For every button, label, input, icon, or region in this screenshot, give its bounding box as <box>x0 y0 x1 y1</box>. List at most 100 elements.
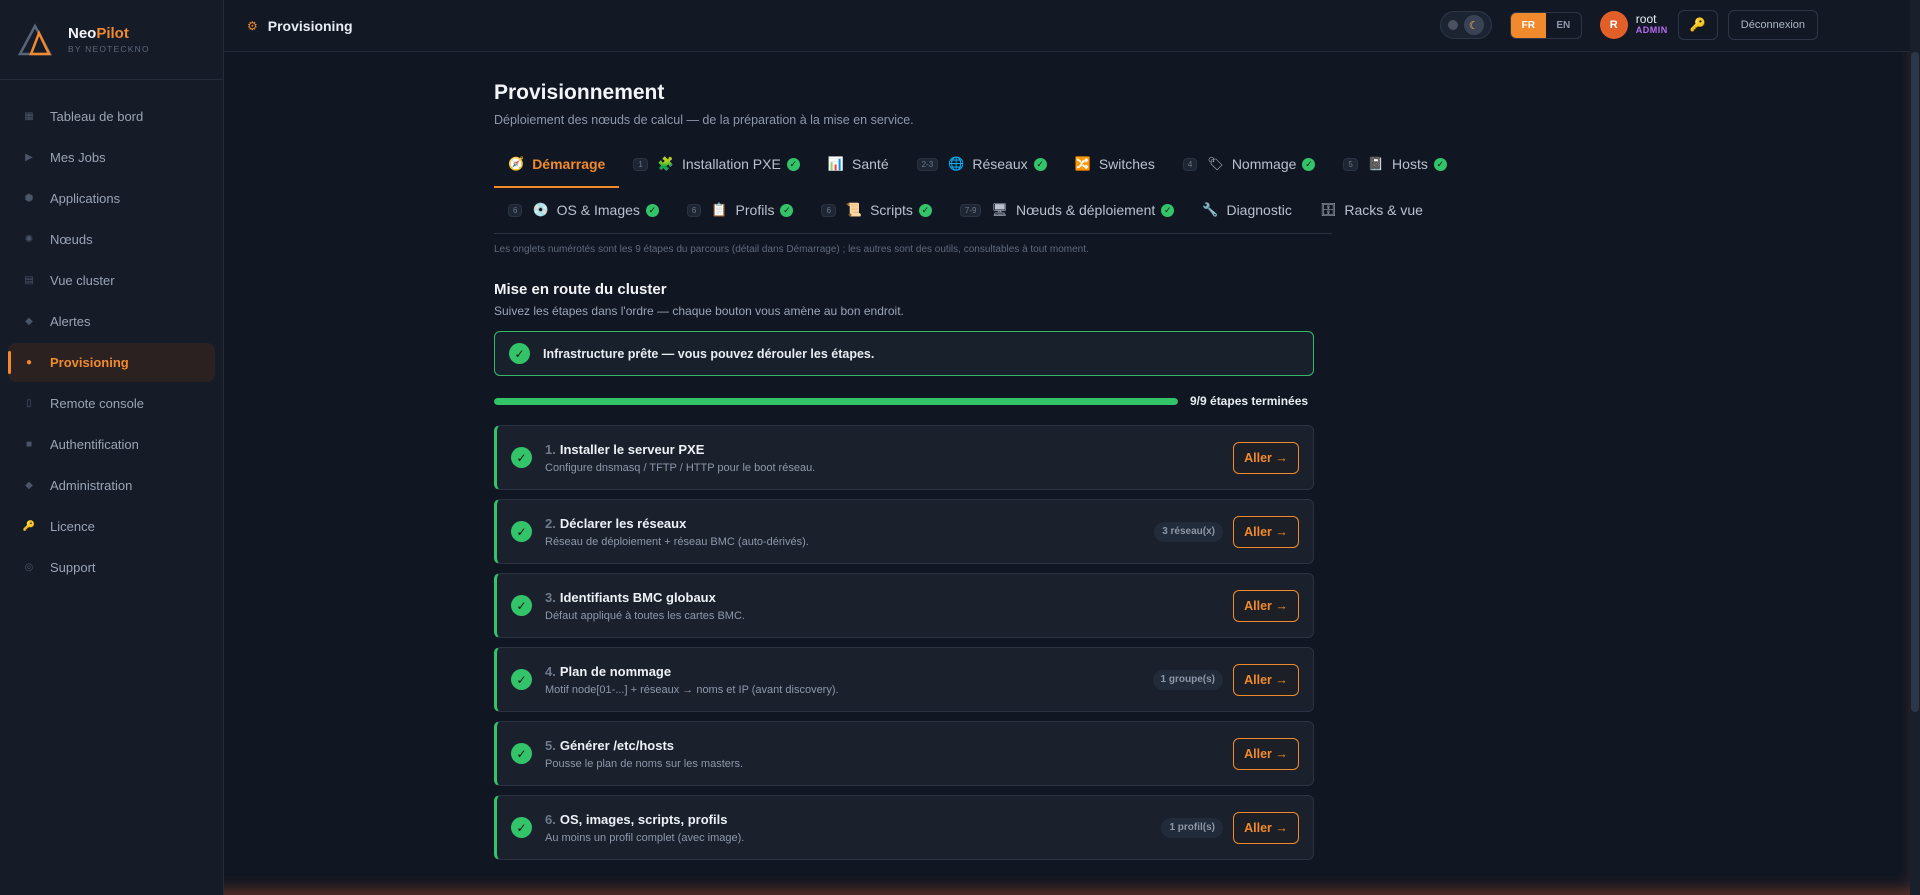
tab-row-2: 6 💿 OS & Images ✓ 6 📋 Profils ✓ 6 📜 Scripts ✓ 7-9 🖥 Nœ… <box>494 187 1423 233</box>
console-icon: ▯ <box>26 398 32 409</box>
sidebar-item-label: Vue cluster <box>50 273 115 288</box>
progress-fill <box>494 397 1178 405</box>
sidebar-item-provisioning[interactable]: ● Provisioning <box>8 343 215 382</box>
lang-fr-button[interactable]: FR <box>1510 12 1546 38</box>
gear-icon: ⚙ <box>247 18 258 33</box>
step-description: Défaut appliqué à toutes les cartes BMC. <box>545 609 745 622</box>
language-switch: FR EN <box>1509 11 1582 39</box>
play-icon: ▶ <box>25 152 33 163</box>
avatar: R <box>1599 11 1628 39</box>
sidebar-item-remote-console[interactable]: ▯ Remote console <box>8 384 215 423</box>
theme-toggle[interactable]: ☾ <box>1439 11 1492 39</box>
brand-name: NeoPilot <box>68 25 150 42</box>
tab-bar: 🧭 Démarrage 1 🧩 Installation PXE ✓ 📊 Santé 2-3 🌐 R… <box>494 141 1447 234</box>
logout-button[interactable]: Déconnexion <box>1727 10 1818 40</box>
go-button[interactable]: Aller → <box>1233 441 1299 474</box>
check-icon: ✓ <box>511 743 532 764</box>
step-description: Au moins un profil complet (avec image). <box>545 831 745 844</box>
step-description: Pousse le plan de noms sur les masters. <box>545 757 744 770</box>
breadcrumb-label: Provisioning <box>267 17 353 34</box>
tab-sant-[interactable]: 📊 Santé <box>814 141 903 187</box>
progress-track <box>494 397 1178 405</box>
tab-racks-vue[interactable]: 🗄 Racks & vue <box>1306 187 1437 233</box>
step-count-badge: 1 groupe(s) <box>1152 669 1223 690</box>
sidebar-item-authentification[interactable]: ■ Authentification <box>8 425 215 464</box>
step-description: Configure dnsmasq / TFTP / HTTP pour le … <box>545 461 816 474</box>
sidebar-item-label: Provisioning <box>50 355 129 370</box>
main-content: Provisionnement Déploiement des nœuds de… <box>494 52 1447 869</box>
go-button[interactable]: Aller → <box>1233 663 1299 696</box>
tab-icon: 🔧 <box>1202 202 1219 217</box>
go-button[interactable]: Aller → <box>1233 515 1299 548</box>
tab-step-number: 6 <box>508 203 523 217</box>
sidebar-item-vue-cluster[interactable]: ▤ Vue cluster <box>8 261 215 300</box>
check-icon: ✓ <box>786 157 800 171</box>
tab-step-number: 4 <box>1182 157 1198 171</box>
step-title-text: Générer /etc/hosts <box>559 737 674 753</box>
tab-label: Switches <box>1098 156 1155 172</box>
step-description: Motif node[01-...] + réseaux → noms et I… <box>545 683 839 696</box>
sidebar-item-label: Tableau de bord <box>50 109 144 124</box>
tab-icon: 🌐 <box>948 156 965 171</box>
step-title: 1. Installer le serveur PXE <box>545 442 1233 457</box>
step-card: ✓ 3. Identifiants BMC globaux Défaut appliq… <box>494 573 1314 638</box>
sidebar-item-support[interactable]: ◎ Support <box>8 548 215 587</box>
tab-icon: 💿 <box>532 202 549 217</box>
tab-icon: 🏷 <box>1207 156 1224 171</box>
check-icon: ✓ <box>1161 203 1175 217</box>
go-button[interactable]: Aller → <box>1233 737 1299 770</box>
sidebar: NeoPilot BY NEOTECKNO ▦ Tableau de bord ▶ M… <box>0 0 224 895</box>
tab-label: Installation PXE <box>681 156 781 172</box>
step-number: 5. <box>545 737 556 753</box>
tab-label: OS & Images <box>556 202 640 218</box>
tab-diagnostic[interactable]: 🔧 Diagnostic <box>1188 187 1306 233</box>
brand[interactable]: NeoPilot BY NEOTECKNO <box>0 0 223 80</box>
sidebar-item-administration[interactable]: ◆ Administration <box>8 466 215 505</box>
tab-d-marrage[interactable]: 🧭 Démarrage <box>494 141 620 188</box>
tab-icon: 📊 <box>827 156 845 171</box>
breadcrumb: ⚙ Provisioning <box>247 18 353 34</box>
tab-hosts[interactable]: 5 📓 Hosts ✓ <box>1329 141 1460 187</box>
sidebar-item-licence[interactable]: 🔑 Licence <box>8 507 215 546</box>
sun-icon <box>1447 20 1458 30</box>
tab-label: Racks & vue <box>1344 202 1423 218</box>
step-title: 6. OS, images, scripts, profils <box>545 812 1161 827</box>
step-card: ✓ 1. Installer le serveur PXE Configure dns… <box>494 425 1314 490</box>
step-title-text: OS, images, scripts, profils <box>559 811 728 827</box>
key-button[interactable]: 🔑 <box>1677 10 1718 40</box>
check-icon: ✓ <box>1033 157 1047 171</box>
scrollbar-thumb[interactable] <box>1911 52 1919 712</box>
go-button[interactable]: Aller → <box>1233 811 1299 844</box>
tab-nommage[interactable]: 4 🏷 Nommage ✓ <box>1169 141 1330 187</box>
step-list: ✓ 1. Installer le serveur PXE Configure dns… <box>494 425 1334 860</box>
step-number: 6. <box>545 811 556 827</box>
tab-installation-pxe[interactable]: 1 🧩 Installation PXE ✓ <box>619 141 813 187</box>
tab-os-images[interactable]: 6 💿 OS & Images ✓ <box>494 187 673 233</box>
go-button[interactable]: Aller → <box>1233 589 1299 622</box>
lang-en-button[interactable]: EN <box>1546 13 1581 38</box>
sidebar-item-label: Applications <box>50 191 121 206</box>
tab-r-seaux[interactable]: 2-3 🌐 Réseaux ✓ <box>903 141 1061 187</box>
sidebar-item-mes-jobs[interactable]: ▶ Mes Jobs <box>8 138 215 177</box>
moon-icon: ☾ <box>1463 15 1484 35</box>
tab-profils[interactable]: 6 📋 Profils ✓ <box>673 187 808 233</box>
tab-n-uds-d-ploiement[interactable]: 7-9 🖥 Nœuds & déploiement ✓ <box>946 187 1188 233</box>
logo-icon <box>18 22 52 55</box>
scrollbar[interactable] <box>1910 0 1920 895</box>
section-title: Mise en route du cluster <box>494 281 667 298</box>
tab-switches[interactable]: 🔀 Switches <box>1061 141 1169 187</box>
step-title-text: Identifiants BMC globaux <box>559 589 716 605</box>
sidebar-item-tableau-de-bord[interactable]: ▦ Tableau de bord <box>8 97 215 136</box>
check-icon: ✓ <box>918 203 932 217</box>
step-card: ✓ 5. Générer /etc/hosts Pousse le plan de n… <box>494 721 1314 786</box>
tab-step-number: 1 <box>633 157 648 171</box>
brand-name-b: Pilot <box>96 25 129 42</box>
tab-step-number: 6 <box>821 203 836 217</box>
sidebar-item-n-uds[interactable]: ✺ Nœuds <box>8 220 215 259</box>
sidebar-item-applications[interactable]: ⬢ Applications <box>8 179 215 218</box>
app-window: NeoPilot BY NEOTECKNO ▦ Tableau de bord ▶ M… <box>0 0 1920 895</box>
sidebar-item-alertes[interactable]: ◆ Alertes <box>8 302 215 341</box>
user-menu[interactable]: R root ADMIN <box>1599 11 1668 39</box>
tab-label: Réseaux <box>972 156 1028 172</box>
tab-scripts[interactable]: 6 📜 Scripts ✓ <box>807 187 945 233</box>
